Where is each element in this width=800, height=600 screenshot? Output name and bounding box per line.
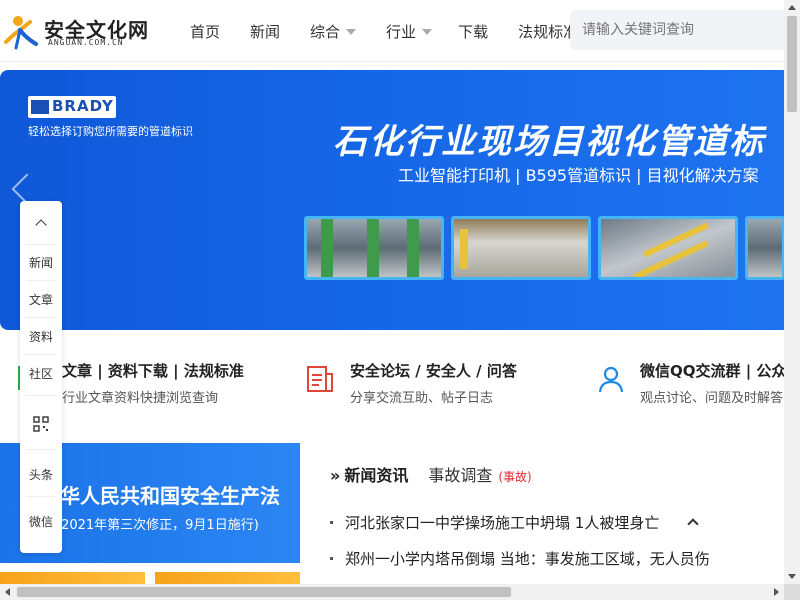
nav-label: 下载 xyxy=(458,22,489,41)
banner-title: 石化行业现场目视化管道标 xyxy=(333,122,765,162)
feature-desc: 分享交流互助、帖子日志 xyxy=(350,391,494,406)
promo-subtitle: (2021年第三次修正，9月1日施行) xyxy=(56,518,259,533)
banner-thumbnail xyxy=(745,216,784,280)
page: 安全文化网 ANGUAN.COM.CN 首页 新闻 综合 行业 下载 法规标准 … xyxy=(0,0,800,600)
banner-thumbnail xyxy=(451,216,591,280)
news-title: 河北张家口一中学操场施工中坍塌 1人被埋身亡 xyxy=(345,513,660,532)
banner-subtitle: 轻松选择订购您所需要的管道标识 xyxy=(28,125,193,138)
scroll-left-arrow-icon[interactable] xyxy=(5,588,10,596)
qr-code-icon[interactable] xyxy=(33,416,49,432)
brady-logo: BRADY xyxy=(28,96,116,118)
horizontal-scroll-thumb[interactable] xyxy=(17,587,511,597)
floating-side-menu: 新闻 文章 资料 社区 头条 微信 xyxy=(20,201,62,553)
banner-prev-arrow-icon[interactable] xyxy=(11,173,43,205)
feature-desc: 观点讨论、问题及时解答 xyxy=(640,391,784,406)
document-icon xyxy=(307,366,333,392)
feature-desc: 行业文章资料快捷浏览查询 xyxy=(62,391,219,406)
hero-banner[interactable]: BRADY 轻松选择订购您所需要的管道标识 石化行业现场目视化管道标 工业智能打… xyxy=(0,70,784,330)
banner-thumbnail xyxy=(598,216,738,280)
double-arrow-icon: » xyxy=(330,466,341,485)
accident-tag: (事故) xyxy=(498,470,532,484)
feature-title: 文章 | 资料下载 | 法规标准 xyxy=(62,362,244,380)
main-nav: 首页 新闻 综合 行业 下载 法规标准 xyxy=(190,0,608,62)
scroll-right-arrow-icon[interactable] xyxy=(774,588,779,596)
feature-title: 安全论坛 / 安全人 / 问答 xyxy=(350,362,517,380)
bullet-icon xyxy=(330,556,333,560)
tab-accident-investigation[interactable]: 事故调查 xyxy=(428,462,492,486)
news-item[interactable]: 河北张家口一中学操场施工中坍塌 1人被埋身亡 xyxy=(330,504,784,540)
brady-logo-text: BRADY xyxy=(52,97,114,115)
caret-down-icon xyxy=(422,29,433,35)
nav-label: 综合 xyxy=(310,22,341,41)
horizontal-scrollbar[interactable] xyxy=(0,584,784,600)
scrollbar-corner xyxy=(784,584,800,600)
chevron-up-icon[interactable] xyxy=(687,518,699,530)
logo-subtext: ANGUAN.COM.CN xyxy=(48,38,124,47)
vertical-scrollbar[interactable] xyxy=(784,0,800,584)
nav-label: 首页 xyxy=(190,22,221,41)
side-item-wechat[interactable]: 微信 xyxy=(20,513,62,530)
chevron-up-icon[interactable] xyxy=(35,219,47,231)
news-header: » 新闻资讯 事故调查 (事故) xyxy=(330,462,532,486)
vertical-scroll-thumb[interactable] xyxy=(787,16,797,112)
banner-thumbnail xyxy=(304,216,444,280)
feature-title: 微信QQ交流群 | 公众 xyxy=(640,362,787,380)
news-item[interactable]: 郑州一小学内塔吊倒塌 当地：事发施工区域，无人员伤 xyxy=(330,540,784,576)
scroll-up-arrow-icon[interactable] xyxy=(788,5,796,10)
banner-thumbnails xyxy=(304,216,784,280)
side-item-community[interactable]: 社区 xyxy=(20,365,62,382)
nav-label: 新闻 xyxy=(250,22,281,41)
feature-groups[interactable]: 微信QQ交流群 | 公众 观点讨论、问题及时解答 xyxy=(640,360,786,406)
feature-articles[interactable]: 文章 | 资料下载 | 法规标准 行业文章资料快捷浏览查询 xyxy=(62,360,244,406)
logo-figure-icon xyxy=(4,16,38,50)
nav-general[interactable]: 综合 xyxy=(310,21,357,42)
nav-industry[interactable]: 行业 xyxy=(386,21,433,42)
nav-download[interactable]: 下载 xyxy=(458,21,488,42)
caret-down-icon xyxy=(346,29,357,35)
nav-news[interactable]: 新闻 xyxy=(250,21,280,42)
tab-news[interactable]: 新闻资讯 xyxy=(344,462,408,486)
header: 安全文化网 ANGUAN.COM.CN 首页 新闻 综合 行业 下载 法规标准 xyxy=(0,0,790,62)
feature-row: 文章 | 资料下载 | 法规标准 行业文章资料快捷浏览查询 安全论坛 / 安全人… xyxy=(0,340,786,435)
user-icon xyxy=(598,366,624,393)
side-item-news[interactable]: 新闻 xyxy=(20,254,62,271)
news-list: 河北张家口一中学操场施工中坍塌 1人被埋身亡 郑州一小学内塔吊倒塌 当地：事发施… xyxy=(330,504,784,592)
side-item-articles[interactable]: 文章 xyxy=(20,291,62,308)
side-item-resources[interactable]: 资料 xyxy=(20,328,62,345)
site-logo[interactable]: 安全文化网 ANGUAN.COM.CN xyxy=(4,10,154,54)
bullet-icon xyxy=(330,520,333,524)
side-item-headlines[interactable]: 头条 xyxy=(20,466,62,483)
feature-forum[interactable]: 安全论坛 / 安全人 / 问答 分享交流互助、帖子日志 xyxy=(350,360,517,406)
promo-title: 华人民共和国安全生产法 xyxy=(60,484,280,508)
nav-home[interactable]: 首页 xyxy=(190,21,220,42)
scroll-down-arrow-icon[interactable] xyxy=(788,574,796,579)
news-title: 郑州一小学内塔吊倒塌 当地：事发施工区域，无人员伤 xyxy=(345,549,710,568)
search-input[interactable] xyxy=(570,10,790,50)
nav-label: 行业 xyxy=(386,22,417,41)
brady-mark-icon xyxy=(31,100,49,114)
banner-tagline: 工业智能打印机 | B595管道标识 | 目视化解决方案 xyxy=(398,166,759,185)
